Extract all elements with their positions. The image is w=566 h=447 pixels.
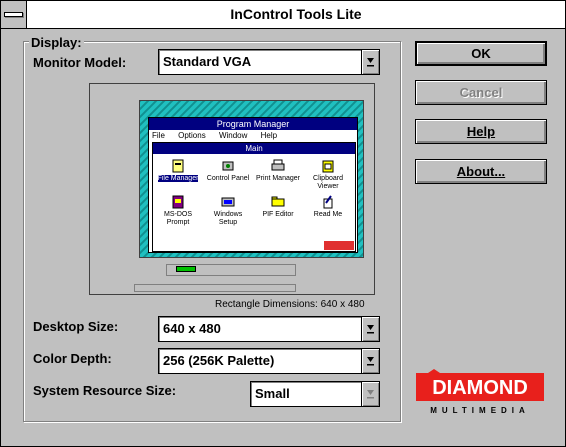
file-manager-item: File Manager bbox=[154, 159, 202, 183]
window-title: InControl Tools Lite bbox=[230, 6, 362, 22]
monitor-model-dropdown[interactable]: Standard VGA bbox=[158, 49, 380, 75]
readme-item: Read Me bbox=[304, 195, 352, 219]
preview-minimized-icon bbox=[324, 241, 354, 250]
menu-window: Window bbox=[218, 131, 248, 140]
color-depth-value: 256 (256K Palette) bbox=[163, 353, 275, 368]
system-resource-dropdown[interactable]: Small bbox=[250, 381, 380, 407]
pif-icon bbox=[271, 196, 285, 207]
monitor-stand-base bbox=[134, 284, 296, 292]
clipboard-item: Clipboard Viewer bbox=[304, 159, 352, 191]
setup-icon bbox=[221, 197, 235, 207]
program-manager-menu: File Options Window Help bbox=[149, 130, 357, 141]
menu-help: Help bbox=[260, 131, 278, 140]
color-depth-label: Color Depth: bbox=[33, 351, 112, 366]
diamond-multimedia-logo: DIAMOND MULTIMEDIA bbox=[416, 369, 548, 419]
ok-button[interactable]: OK bbox=[415, 41, 547, 66]
diamond-logo-icon: DIAMOND MULTIMEDIA bbox=[416, 369, 544, 415]
desktop-size-label: Desktop Size: bbox=[33, 319, 119, 334]
about-button[interactable]: About... bbox=[415, 159, 547, 184]
program-manager-title: Program Manager bbox=[149, 118, 357, 130]
rectangle-dimensions-text: Rectangle Dimensions: 640 x 480 bbox=[215, 299, 365, 310]
desktop-size-value: 640 x 480 bbox=[163, 321, 221, 336]
program-manager-window: Program Manager File Options Window Help… bbox=[148, 117, 358, 253]
setup-item: Windows Setup bbox=[204, 195, 252, 227]
pif-editor-item: PIF Editor bbox=[254, 195, 302, 219]
clipboard-icon bbox=[322, 160, 334, 173]
title-bar: InControl Tools Lite bbox=[1, 1, 565, 29]
file-manager-icon bbox=[172, 159, 184, 173]
control-panel-item: Control Panel bbox=[204, 159, 252, 183]
msdos-icon bbox=[172, 195, 184, 209]
main-group-title: Main bbox=[153, 143, 355, 154]
system-menu-button[interactable] bbox=[1, 1, 27, 28]
system-resource-dropdown-arrow-icon[interactable] bbox=[361, 382, 379, 406]
svg-text:MULTIMEDIA: MULTIMEDIA bbox=[430, 406, 530, 415]
help-button[interactable]: Help bbox=[415, 119, 547, 144]
monitor-screen: Program Manager File Options Window Help… bbox=[139, 100, 364, 258]
dialog-window: InControl Tools Lite Display: Monitor Mo… bbox=[0, 0, 566, 447]
power-indicator bbox=[176, 266, 196, 272]
main-group-window: Main File Manager Control Panel Print Ma… bbox=[152, 142, 356, 252]
color-depth-dropdown[interactable]: 256 (256K Palette) bbox=[158, 348, 380, 374]
cancel-button[interactable]: Cancel bbox=[415, 80, 547, 105]
readme-icon bbox=[323, 195, 333, 209]
monitor-model-label: Monitor Model: bbox=[33, 55, 127, 70]
monitor-preview: Program Manager File Options Window Help… bbox=[89, 83, 375, 295]
system-resource-label: System Resource Size: bbox=[33, 383, 177, 398]
menu-options: Options bbox=[178, 131, 206, 140]
desktop-size-dropdown[interactable]: 640 x 480 bbox=[158, 316, 380, 342]
monitor-model-dropdown-arrow-icon[interactable] bbox=[361, 50, 379, 74]
system-resource-value: Small bbox=[255, 386, 290, 401]
monitor-model-value: Standard VGA bbox=[163, 54, 252, 69]
control-panel-icon bbox=[222, 161, 234, 171]
display-group-label: Display: bbox=[29, 35, 84, 50]
svg-text:DIAMOND: DIAMOND bbox=[432, 377, 528, 399]
menu-file: File bbox=[152, 131, 165, 140]
print-manager-icon bbox=[271, 159, 285, 171]
color-depth-dropdown-arrow-icon[interactable] bbox=[361, 349, 379, 373]
desktop-size-dropdown-arrow-icon[interactable] bbox=[361, 317, 379, 341]
print-manager-item: Print Manager bbox=[254, 159, 302, 183]
msdos-item: MS-DOS Prompt bbox=[154, 195, 202, 227]
